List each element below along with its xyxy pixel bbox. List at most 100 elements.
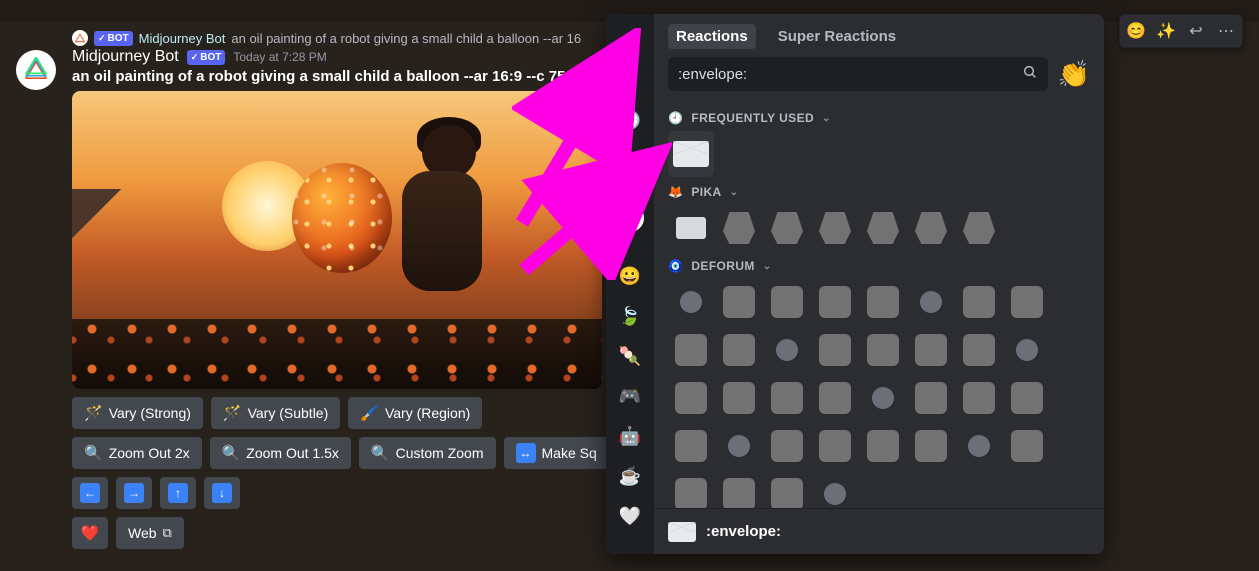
button-make-sq[interactable]: ↔Make Sq — [504, 437, 609, 469]
emoji-nav-clock[interactable]: 🕘 — [614, 104, 646, 136]
button-icon: 🪄 — [223, 404, 242, 422]
emoji-category-header-frequently-used[interactable]: 🕘FREQUENTLY USED⌄ — [668, 103, 1090, 131]
button-icon: 🔍 — [371, 444, 390, 462]
emoji-d20[interactable] — [812, 375, 858, 421]
emoji-nav-pop[interactable]: 🍡 — [614, 340, 646, 372]
emoji-d12[interactable] — [812, 327, 858, 373]
add-reaction-button[interactable]: 😊 — [1122, 17, 1150, 45]
emoji-preview-bar: :envelope: — [654, 508, 1104, 554]
search-icon — [1022, 64, 1038, 85]
emoji-d30[interactable] — [908, 423, 954, 469]
emoji-d14[interactable] — [908, 327, 954, 373]
emoji-d25[interactable] — [668, 423, 714, 469]
emoji-d8[interactable] — [1004, 279, 1050, 325]
tab-super-reactions[interactable]: Super Reactions — [770, 24, 904, 49]
button-zoom-out-1-5x[interactable]: 🔍Zoom Out 1.5x — [210, 437, 351, 469]
emoji-fen4[interactable] — [860, 205, 906, 251]
emoji-nav-leaf[interactable]: 🍃 — [614, 300, 646, 332]
emoji-d35[interactable] — [764, 471, 810, 508]
envelope-icon — [668, 522, 696, 542]
button-vary-strong-[interactable]: 🪄Vary (Strong) — [72, 397, 203, 429]
button-vary-subtle-[interactable]: 🪄Vary (Subtle) — [211, 397, 340, 429]
emoji-d32[interactable] — [1004, 423, 1050, 469]
emoji-fen3[interactable] — [812, 205, 858, 251]
emoji-nav-cup[interactable]: ☕ — [614, 460, 646, 492]
emoji-search-input[interactable] — [678, 66, 1022, 83]
emoji-nav-game[interactable]: 🎮 — [614, 380, 646, 412]
category-label: FREQUENTLY USED — [691, 111, 814, 125]
emoji-d26[interactable] — [716, 423, 762, 469]
emoji-bars[interactable] — [668, 205, 714, 251]
category-icon: 🕘 — [668, 111, 683, 125]
reply-author: Midjourney Bot — [139, 31, 226, 46]
emoji-d9[interactable] — [668, 327, 714, 373]
emoji-d19[interactable] — [764, 375, 810, 421]
skin-tone-picker[interactable]: 👏 — [1058, 61, 1090, 87]
emoji-d13[interactable] — [860, 327, 906, 373]
emoji-nav-heart[interactable]: 🤍 — [614, 500, 646, 532]
emoji-d17[interactable] — [668, 375, 714, 421]
emoji-fen6[interactable] — [956, 205, 1002, 251]
emoji-d11[interactable] — [764, 327, 810, 373]
emoji-envelope[interactable] — [668, 131, 714, 177]
emoji-d22[interactable] — [908, 375, 954, 421]
emoji-nav-face[interactable]: 😀 — [614, 260, 646, 292]
emoji-nav-boat[interactable]: ⛵ — [614, 202, 646, 234]
emoji-d7[interactable] — [956, 279, 1002, 325]
emoji-d1[interactable] — [668, 279, 714, 325]
emoji-d3[interactable] — [764, 279, 810, 325]
pan-arrow-button[interactable]: → — [116, 477, 152, 509]
emoji-category-header-pika[interactable]: 🦊PIKA⌄ — [668, 177, 1090, 205]
emoji-d28[interactable] — [812, 423, 858, 469]
button-label: Zoom Out 1.5x — [246, 445, 339, 461]
button-icon: 🪄 — [84, 404, 103, 422]
author-avatar[interactable] — [16, 50, 56, 90]
message-hover-actions: 😊 ✨ ↩ ⋯ — [1119, 14, 1243, 48]
emoji-d33[interactable] — [668, 471, 714, 508]
emoji-nav-bot[interactable]: 🤖 — [614, 420, 646, 452]
button-icon: 🖌️ — [360, 404, 379, 422]
more-actions-button[interactable]: ⋯ — [1212, 17, 1240, 45]
external-link-icon: ⧉ — [163, 525, 172, 541]
emoji-fen5[interactable] — [908, 205, 954, 251]
button-web[interactable]: Web ⧉ — [116, 517, 184, 549]
emoji-fen1[interactable] — [716, 205, 762, 251]
emoji-d34[interactable] — [716, 471, 762, 508]
pan-arrow-button[interactable]: ↑ — [160, 477, 196, 509]
emoji-category-header-deforum[interactable]: 🧿DEFORUM⌄ — [668, 251, 1090, 279]
emoji-d24[interactable] — [1004, 375, 1050, 421]
category-icon: 🦊 — [668, 185, 683, 199]
emoji-d36[interactable] — [812, 471, 858, 508]
emoji-d29[interactable] — [860, 423, 906, 469]
button-custom-zoom[interactable]: 🔍 Custom Zoom — [359, 437, 496, 469]
button-zoom-out-2x[interactable]: 🔍Zoom Out 2x — [72, 437, 202, 469]
image-attachment[interactable] — [72, 91, 602, 389]
pan-arrow-button[interactable]: ↓ — [204, 477, 240, 509]
emoji-d23[interactable] — [956, 375, 1002, 421]
emoji-nav-fox[interactable]: 🦊 — [614, 162, 646, 194]
emoji-d15[interactable] — [956, 327, 1002, 373]
author-name[interactable]: Midjourney Bot — [72, 48, 179, 66]
emoji-d31[interactable] — [956, 423, 1002, 469]
button-vary-region-[interactable]: 🖌️Vary (Region) — [348, 397, 482, 429]
reply-button[interactable]: ↩ — [1182, 17, 1210, 45]
button-label: Custom Zoom — [396, 445, 484, 461]
emoji-d18[interactable] — [716, 375, 762, 421]
button-label: Web — [128, 525, 157, 541]
tab-reactions[interactable]: Reactions — [668, 24, 756, 49]
add-super-reaction-button[interactable]: ✨ — [1152, 17, 1180, 45]
emoji-d21[interactable] — [860, 375, 906, 421]
emoji-d4[interactable] — [812, 279, 858, 325]
emoji-d6[interactable] — [908, 279, 954, 325]
reply-avatar — [72, 30, 88, 46]
emoji-d2[interactable] — [716, 279, 762, 325]
button-label: Make Sq — [542, 445, 597, 461]
emoji-d27[interactable] — [764, 423, 810, 469]
button--[interactable]: ❤️ — [72, 517, 108, 549]
emoji-fen2[interactable] — [764, 205, 810, 251]
emoji-d10[interactable] — [716, 327, 762, 373]
pan-arrow-button[interactable]: ← — [72, 477, 108, 509]
emoji-search-box — [668, 57, 1048, 91]
emoji-d5[interactable] — [860, 279, 906, 325]
emoji-d16[interactable] — [1004, 327, 1050, 373]
